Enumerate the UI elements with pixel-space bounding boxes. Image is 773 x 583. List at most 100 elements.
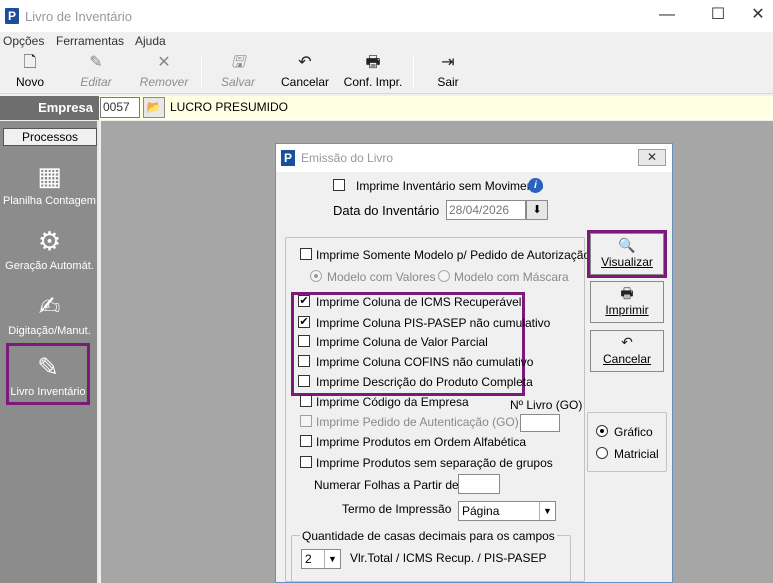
window-title: Livro de Inventário — [25, 9, 132, 24]
empresa-label: Empresa — [0, 96, 99, 120]
cancelar-label: Cancelar — [280, 75, 330, 89]
dialog-logo-icon: P — [281, 150, 295, 166]
title-bar: P Livro de Inventário — ☐ ✕ — [0, 0, 773, 32]
numerar-folhas-input[interactable] — [458, 474, 500, 494]
editar-button[interactable]: ✎ Editar — [68, 51, 124, 94]
visualizar-button[interactable]: 🔍 Visualizar — [590, 233, 664, 275]
close-window-button[interactable]: ✕ — [743, 5, 773, 27]
processo-label: Livro Inventário — [10, 386, 86, 398]
menu-ferramentas[interactable]: Ferramentas — [56, 34, 124, 48]
chevron-down-icon: ▼ — [324, 550, 340, 568]
emissao-livro-dialog: P Emissão do Livro ✕ Imprime Inventário … — [275, 143, 673, 583]
exit-door-icon: ⇥ — [441, 54, 455, 71]
processo-planilha-contagem[interactable]: ▦ Planilha Contagem — [0, 159, 99, 207]
modelo-valores-radio[interactable] — [310, 270, 322, 282]
save-icon: 🖫 — [231, 54, 245, 71]
minimize-button[interactable]: — — [652, 5, 682, 27]
dialog-close-button[interactable]: ✕ — [638, 149, 666, 166]
undo-icon: ↶ — [621, 334, 633, 350]
sem-movimento-checkbox[interactable] — [333, 179, 345, 191]
modelo-mascara-radio[interactable] — [438, 270, 450, 282]
dialog-title-bar: P Emissão do Livro ✕ — [276, 144, 672, 172]
descricao-completa-checkbox[interactable] — [298, 375, 310, 387]
decimais-value: 2 — [305, 552, 312, 566]
visualizar-label: Visualizar — [601, 255, 653, 269]
conf-impr-label: Conf. Impr. — [343, 75, 403, 89]
icms-recuperavel-label: Imprime Coluna de ICMS Recuperável — [316, 295, 522, 309]
pis-pasep-label: Imprime Coluna PIS-PASEP não cumulativo — [316, 316, 551, 330]
undo-icon: ↶ — [298, 54, 312, 71]
sair-label: Sair — [437, 75, 459, 89]
codigo-empresa-checkbox[interactable] — [300, 395, 312, 407]
data-inventario-label: Data do Inventário — [333, 203, 440, 218]
empresa-code-field[interactable]: 0057 — [100, 97, 140, 118]
processo-label: Planilha Contagem — [3, 195, 96, 207]
date-picker-icon[interactable]: ⬇ — [526, 200, 548, 220]
edit-icon: ✎ — [89, 54, 103, 71]
maximize-button[interactable]: ☐ — [703, 5, 733, 27]
folder-open-icon[interactable]: 📂 — [143, 97, 165, 118]
matricial-label: Matricial — [614, 447, 659, 461]
cancelar-toolbar-button[interactable]: ↶ Cancelar — [276, 51, 334, 94]
pedido-autenticacao-checkbox[interactable] — [300, 415, 312, 427]
decimais-desc: Vlr.Total / ICMS Recup. / PIS-PASEP — [350, 551, 547, 565]
app-logo-icon: P — [5, 8, 19, 24]
novo-button[interactable]: 🗋 Novo — [4, 51, 56, 94]
termo-impressao-label: Termo de Impressão — [342, 502, 452, 516]
conf-impr-button[interactable]: 🖶 Conf. Impr. — [340, 51, 406, 94]
somente-modelo-checkbox[interactable] — [300, 248, 312, 260]
edit-notepad-icon: ✍ — [38, 291, 61, 321]
nro-livro-input[interactable] — [520, 414, 560, 432]
data-inventario-field[interactable]: 28/04/2026 — [446, 200, 526, 220]
cofins-checkbox[interactable] — [298, 355, 310, 367]
cofins-label: Imprime Coluna COFINS não cumulativo — [316, 355, 534, 369]
empresa-name: LUCRO PRESUMIDO — [170, 100, 289, 114]
grafico-radio[interactable] — [596, 425, 608, 437]
ordem-alfabetica-checkbox[interactable] — [300, 435, 312, 447]
salvar-button[interactable]: 🖫 Salvar — [212, 51, 264, 94]
chevron-down-icon: ▼ — [539, 502, 555, 520]
termo-impressao-value: Página — [462, 504, 500, 518]
toolbar-separator — [201, 55, 202, 89]
processos-header: Processos — [3, 128, 97, 146]
menu-opcoes[interactable]: Opções — [3, 34, 44, 48]
processo-livro-inventario[interactable]: ✎ Livro Inventário — [6, 343, 90, 405]
pedido-autenticacao-label: Imprime Pedido de Autenticação (GO) — [316, 415, 519, 429]
valor-parcial-checkbox[interactable] — [298, 335, 310, 347]
menu-bar: Opções Ferramentas Ajuda — [0, 32, 773, 50]
delete-icon: ✕ — [157, 54, 171, 71]
auto-generate-icon: ⚙ — [37, 226, 62, 256]
nro-livro-label: Nº Livro (GO) — [510, 398, 583, 412]
sair-button[interactable]: ⇥ Sair — [424, 51, 472, 94]
pis-pasep-checkbox[interactable]: ✔ — [298, 316, 310, 328]
remover-button[interactable]: ✕ Remover — [134, 51, 194, 94]
valor-parcial-label: Imprime Coluna de Valor Parcial — [316, 335, 488, 349]
somente-modelo-label: Imprime Somente Modelo p/ Pedido de Auto… — [316, 248, 591, 262]
ordem-alfabetica-label: Imprime Produtos em Ordem Alfabética — [316, 435, 527, 449]
sem-separacao-checkbox[interactable] — [300, 456, 312, 468]
matricial-radio[interactable] — [596, 447, 608, 459]
info-icon[interactable]: i — [528, 178, 543, 193]
codigo-empresa-label: Imprime Código da Empresa — [316, 395, 469, 409]
new-document-icon: 🗋 — [23, 54, 37, 71]
decimais-select[interactable]: 2 ▼ — [301, 549, 341, 569]
icms-recuperavel-checkbox[interactable]: ✔ — [298, 295, 310, 307]
editar-label: Editar — [80, 75, 112, 89]
imprimir-label: Imprimir — [605, 303, 649, 317]
imprimir-button[interactable]: 🖶 Imprimir — [590, 281, 664, 323]
modelo-valores-label: Modelo com Valores — [327, 270, 436, 284]
book-pen-icon: ✎ — [37, 352, 59, 382]
toolbar: 🗋 Novo ✎ Editar ✕ Remover 🖫 Salvar ↶ Can… — [0, 51, 773, 94]
processo-digitacao-manutencao[interactable]: ✍ Digitação/Manut. — [0, 289, 99, 337]
modelo-mascara-label: Modelo com Máscara — [454, 270, 569, 284]
termo-impressao-select[interactable]: Página ▼ — [458, 501, 556, 521]
descricao-completa-label: Imprime Descrição do Produto Completa — [316, 375, 533, 389]
processo-label: Geração Automát. — [5, 260, 94, 272]
cancelar-dialog-button[interactable]: ↶ Cancelar — [590, 330, 664, 372]
spreadsheet-icon: ▦ — [37, 161, 62, 191]
processo-geracao-automatica[interactable]: ⚙ Geração Automát. — [0, 224, 99, 272]
sem-movimento-label: Imprime Inventário sem Movimento — [356, 179, 544, 193]
remover-label: Remover — [139, 75, 189, 89]
printer-settings-icon: 🖶 — [365, 54, 381, 71]
menu-ajuda[interactable]: Ajuda — [135, 34, 166, 48]
